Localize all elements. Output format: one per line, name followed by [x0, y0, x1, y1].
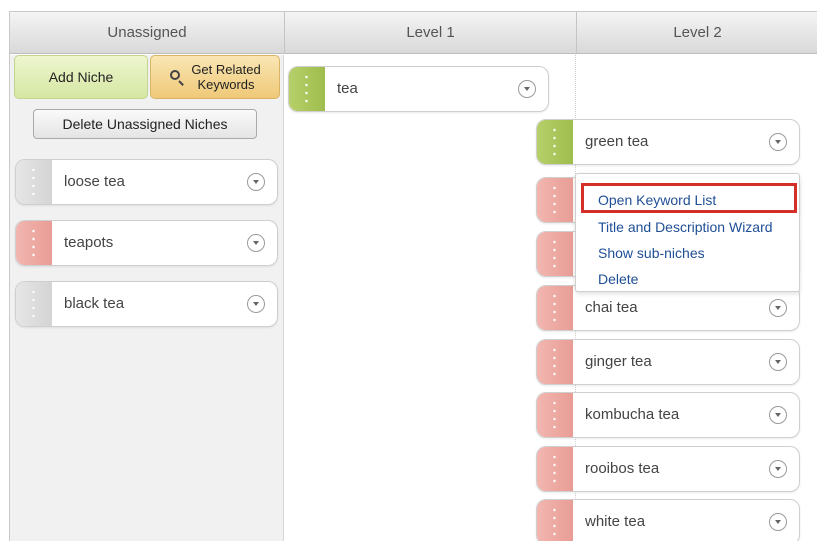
get-related-keywords-label: Get Related Keywords [191, 62, 260, 92]
niche-context-menu: Open Keyword List Title and Description … [575, 173, 800, 292]
niche-card-rooibos-tea[interactable]: rooibos tea [536, 446, 800, 492]
drag-handle[interactable] [16, 282, 52, 326]
niche-card-green-tea[interactable]: green tea [536, 119, 800, 165]
chevron-down-icon[interactable] [769, 133, 787, 151]
chevron-down-icon[interactable] [769, 460, 787, 478]
niche-card-teapots[interactable]: teapots [15, 220, 278, 266]
chevron-down-icon[interactable] [769, 406, 787, 424]
niche-label: loose tea [64, 173, 125, 190]
menu-item-open-keyword-list[interactable]: Open Keyword List [598, 192, 716, 208]
drag-handle[interactable] [537, 178, 573, 222]
chevron-down-icon[interactable] [247, 234, 265, 252]
niche-card-black-tea[interactable]: black tea [15, 281, 278, 327]
niche-card-kombucha-tea[interactable]: kombucha tea [536, 392, 800, 438]
chevron-down-icon[interactable] [518, 80, 536, 98]
niche-label: ginger tea [585, 353, 652, 370]
drag-handle[interactable] [537, 447, 573, 491]
add-niche-label: Add Niche [48, 69, 114, 85]
unassigned-column: Add Niche Get Related Keywords Delete Un… [10, 55, 284, 541]
column-header-bar: Unassigned Level 1 Level 2 [10, 12, 817, 54]
delete-unassigned-label: Delete Unassigned Niches [62, 116, 228, 132]
column-title-level1: Level 1 [406, 24, 455, 41]
chevron-down-icon[interactable] [247, 173, 265, 191]
menu-item-delete[interactable]: Delete [598, 271, 638, 287]
niche-label: chai tea [585, 299, 638, 316]
niche-label: kombucha tea [585, 406, 680, 423]
level1-column: tea [285, 55, 576, 541]
chevron-down-icon[interactable] [247, 295, 265, 313]
niche-card-ginger-tea[interactable]: ginger tea [536, 339, 800, 385]
niche-card-white-tea[interactable]: white tea [536, 499, 800, 541]
chevron-down-icon[interactable] [769, 513, 787, 531]
search-icon [169, 69, 185, 86]
niche-label: teapots [64, 234, 114, 251]
menu-item-title-description-wizard[interactable]: Title and Description Wizard [598, 219, 773, 235]
chevron-down-icon[interactable] [769, 299, 787, 317]
niche-card-loose-tea[interactable]: loose tea [15, 159, 278, 205]
drag-handle[interactable] [537, 232, 573, 276]
drag-handle[interactable] [537, 500, 573, 541]
niche-label: black tea [64, 295, 125, 312]
column-title-unassigned: Unassigned [107, 24, 187, 41]
chevron-down-icon[interactable] [769, 353, 787, 371]
niche-label: green tea [585, 133, 649, 150]
column-title-level2: Level 2 [673, 24, 722, 41]
niche-label: rooibos tea [585, 460, 660, 477]
drag-handle[interactable] [537, 340, 573, 384]
drag-handle[interactable] [289, 67, 325, 111]
related-line-1: Get Related [191, 62, 261, 77]
niche-label: tea [337, 80, 358, 97]
get-related-keywords-button[interactable]: Get Related Keywords [150, 55, 280, 99]
related-line-2: Keywords [197, 77, 255, 92]
niche-label: white tea [585, 513, 646, 530]
drag-handle[interactable] [537, 286, 573, 330]
niche-card-tea[interactable]: tea [288, 66, 549, 112]
drag-handle[interactable] [16, 221, 52, 265]
delete-unassigned-niches-button[interactable]: Delete Unassigned Niches [33, 109, 257, 139]
drag-handle[interactable] [537, 393, 573, 437]
menu-item-show-sub-niches[interactable]: Show sub-niches [598, 245, 705, 261]
add-niche-button[interactable]: Add Niche [14, 55, 148, 99]
drag-handle[interactable] [16, 160, 52, 204]
drag-handle[interactable] [537, 120, 573, 164]
